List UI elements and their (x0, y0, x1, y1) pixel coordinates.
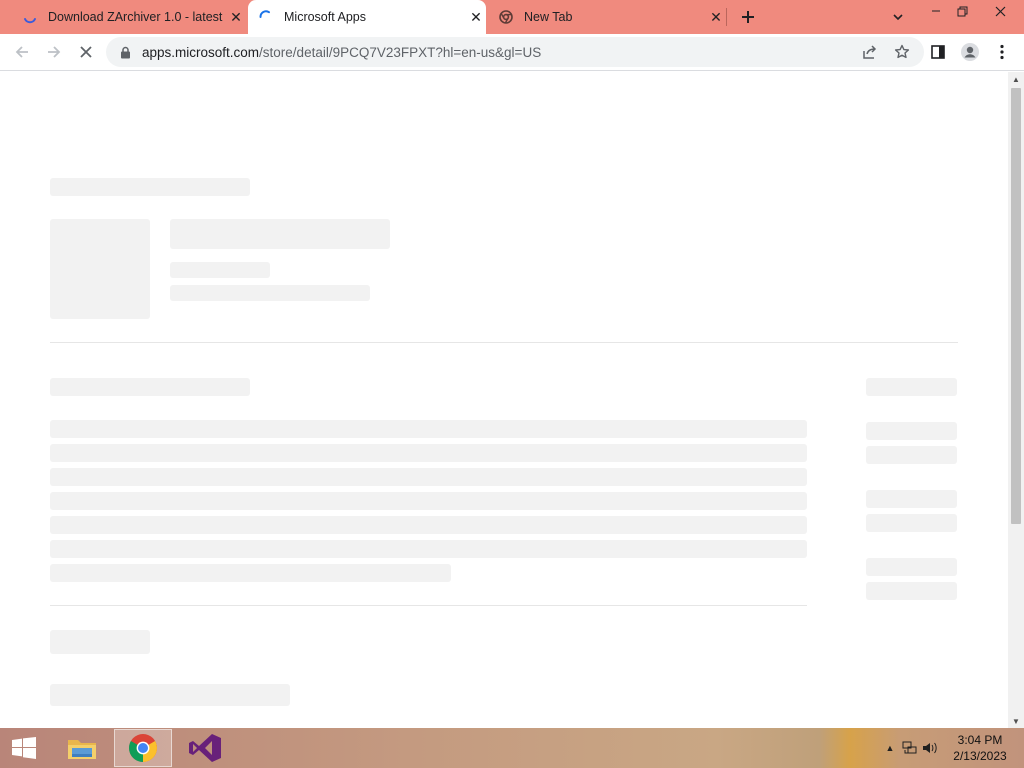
share-icon[interactable] (858, 40, 882, 64)
file-explorer-button[interactable] (60, 728, 104, 768)
file-explorer-icon (68, 740, 96, 759)
close-icon (80, 46, 92, 58)
side-panel-icon (931, 45, 945, 59)
skeleton-rating (170, 285, 370, 301)
close-icon[interactable]: ✕ (466, 7, 486, 27)
windows-start-icon (12, 737, 36, 759)
scroll-thumb[interactable] (1011, 88, 1021, 524)
restore-icon (957, 6, 967, 16)
url-text[interactable]: apps.microsoft.com/store/detail/9PCQ7V23… (142, 45, 541, 60)
chevron-down-icon (893, 14, 903, 21)
skeleton-section-heading (50, 378, 250, 396)
plus-icon (742, 11, 754, 23)
page-content (0, 72, 1008, 728)
skeleton-app-title (170, 219, 390, 249)
browser-toolbar: apps.microsoft.com/store/detail/9PCQ7V23… (0, 34, 1024, 71)
minimize-icon (932, 10, 940, 12)
vertical-scrollbar[interactable]: ▲ ▼ (1008, 72, 1024, 728)
profile-button[interactable] (956, 38, 984, 66)
visual-studio-icon (189, 734, 221, 762)
skeleton-side-heading (866, 378, 957, 396)
tab-microsoft-apps[interactable]: Microsoft Apps ✕ (248, 0, 486, 34)
tab-title: Download ZArchiver 1.0 - latest v (48, 10, 226, 24)
skeleton-text-line (50, 684, 290, 706)
skeleton-app-icon (50, 219, 150, 319)
address-bar[interactable]: apps.microsoft.com/store/detail/9PCQ7V23… (106, 37, 924, 67)
skeleton-side-line (866, 446, 957, 464)
stop-loading-button[interactable] (72, 38, 100, 66)
restore-button[interactable] (946, 0, 978, 22)
back-button[interactable] (8, 38, 36, 66)
skeleton-side-line (866, 422, 957, 440)
divider (50, 605, 807, 606)
skeleton-text-line (50, 444, 807, 462)
bookmark-star-icon[interactable] (890, 40, 914, 64)
skeleton-text-line (50, 564, 451, 582)
url-domain: apps.microsoft.com (142, 44, 260, 60)
kebab-menu-icon (1000, 44, 1004, 60)
window-close-button[interactable] (984, 0, 1016, 22)
divider (50, 342, 958, 343)
chrome-icon (129, 734, 157, 762)
skeleton-text-line (50, 420, 807, 438)
clock-date: 2/13/2023 (953, 749, 1007, 763)
skeleton-text-line (50, 516, 807, 534)
loading-spinner-icon (22, 9, 38, 25)
tab-search-button[interactable] (886, 5, 910, 29)
skeleton-section-heading (50, 630, 150, 654)
tab-zarchiver[interactable]: Download ZArchiver 1.0 - latest v ✕ (14, 0, 246, 34)
show-desktop-button[interactable] (1014, 728, 1024, 768)
skeleton-publisher (170, 262, 270, 278)
skeleton-breadcrumb (50, 178, 250, 196)
close-icon[interactable]: ✕ (706, 7, 726, 27)
close-icon[interactable]: ✕ (226, 7, 246, 27)
menu-button[interactable] (988, 38, 1016, 66)
scroll-down-arrow-icon[interactable]: ▼ (1008, 714, 1024, 728)
skeleton-side-line (866, 490, 957, 508)
arrow-left-icon (15, 46, 28, 58)
chrome-taskbar-button[interactable] (114, 729, 172, 767)
arrow-right-icon (48, 46, 61, 58)
clock-time: 3:04 PM (957, 733, 1003, 747)
skeleton-text-line (50, 492, 807, 510)
skeleton-side-line (866, 582, 957, 600)
volume-icon[interactable] (920, 738, 940, 758)
new-tab-button[interactable] (736, 5, 760, 29)
tab-title: New Tab (524, 10, 573, 24)
network-icon[interactable] (900, 738, 920, 758)
start-button[interactable] (0, 728, 48, 768)
loading-spinner-icon (258, 9, 274, 25)
skeleton-text-line (50, 468, 807, 486)
tab-separator (726, 8, 727, 26)
close-icon (995, 6, 1005, 16)
system-tray: ▲ 3:04 PM 2/13/2023 (880, 728, 1024, 768)
forward-button[interactable] (40, 38, 68, 66)
lock-icon[interactable] (118, 45, 132, 59)
skeleton-side-line (866, 558, 957, 576)
tab-strip: Download ZArchiver 1.0 - latest v ✕ Micr… (0, 0, 1024, 34)
scroll-up-arrow-icon[interactable]: ▲ (1008, 72, 1024, 86)
clock[interactable]: 3:04 PM 2/13/2023 (946, 732, 1014, 764)
avatar-icon (961, 43, 979, 61)
chrome-icon (498, 9, 514, 25)
tab-title: Microsoft Apps (284, 10, 366, 24)
skeleton-text-line (50, 540, 807, 558)
tab-new-tab[interactable]: New Tab ✕ (490, 0, 726, 34)
windows-taskbar: ▲ 3:04 PM 2/13/2023 (0, 728, 1024, 768)
visual-studio-button[interactable] (180, 728, 230, 768)
side-panel-button[interactable] (924, 38, 952, 66)
skeleton-side-line (866, 514, 957, 532)
show-hidden-icons-icon[interactable]: ▲ (880, 738, 900, 758)
url-path: /store/detail/9PCQ7V23FPXT?hl=en-us&gl=U… (259, 44, 542, 60)
